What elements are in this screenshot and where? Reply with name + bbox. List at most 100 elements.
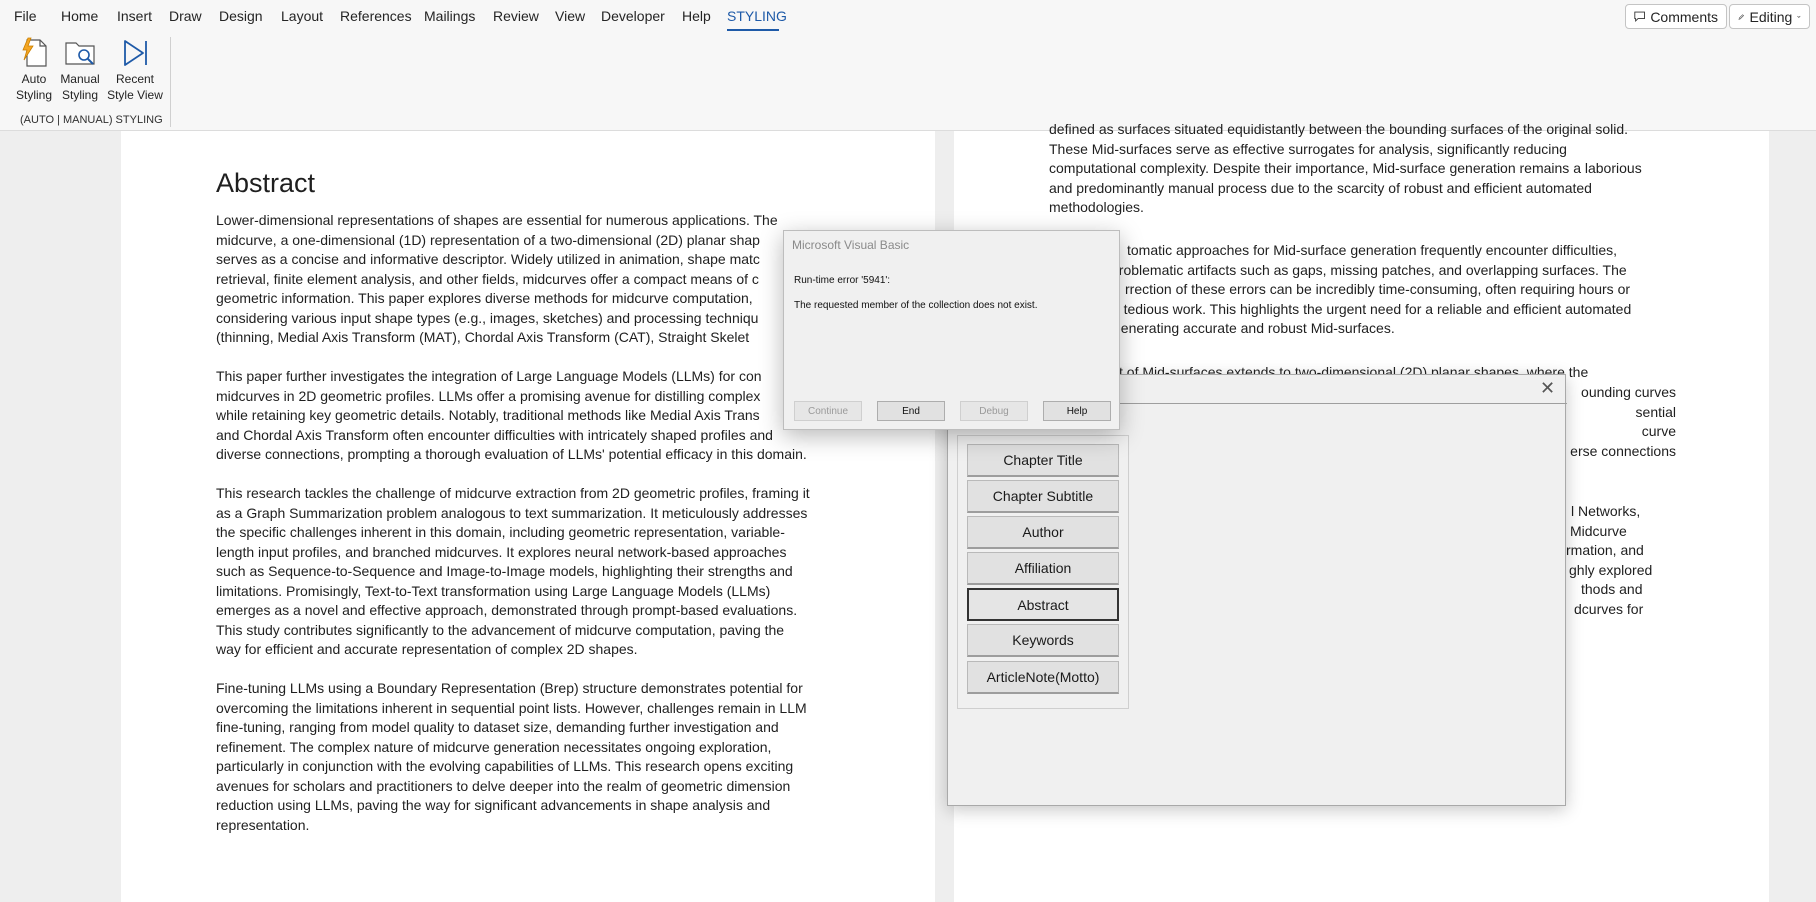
help-button[interactable]: Help <box>1043 401 1111 421</box>
text-line: and predominantly manual process due to … <box>1049 179 1592 196</box>
text-line: overcoming the limitations inherent in s… <box>216 699 807 716</box>
menu-developer[interactable]: Developer <box>601 8 665 24</box>
article-note-button[interactable]: ArticleNote(Motto) <box>967 661 1119 694</box>
error-message: The requested member of the collection d… <box>794 300 1038 311</box>
menu-view[interactable]: View <box>555 8 585 24</box>
form-divider <box>1118 403 1567 404</box>
comments-button[interactable]: Comments <box>1625 4 1727 29</box>
manual-styling-label-1: Manual <box>60 72 100 86</box>
menu-insert[interactable]: Insert <box>117 8 152 24</box>
manual-styling-label-2: Styling <box>61 88 99 102</box>
text-line: while retaining key geometric details. N… <box>216 407 760 423</box>
text-line: rmation, and <box>1566 542 1644 558</box>
editing-mode-button[interactable]: Editing <box>1729 4 1810 29</box>
paragraph-3: This research tackles the challenge of m… <box>216 484 810 660</box>
menu-design[interactable]: Design <box>219 8 263 24</box>
auto-styling-icon <box>22 37 47 67</box>
close-icon[interactable]: ✕ <box>1540 379 1555 397</box>
style-buttons-panel: Chapter Title Chapter Subtitle Author Af… <box>957 435 1129 709</box>
text-line: reduction using LLMs, paving the way for… <box>216 797 771 813</box>
text-line: This paper further investigates the inte… <box>216 368 762 384</box>
menu-review[interactable]: Review <box>493 8 539 24</box>
comment-icon <box>1634 11 1645 23</box>
styling-userform: ✕ Chapter Title Chapter Subtitle Author … <box>947 374 1567 806</box>
text-line: Lower-dimensional representations of sha… <box>216 212 778 228</box>
text-line: ghly explored <box>1569 561 1653 578</box>
text-line: refinement. The complex nature of midcur… <box>216 738 772 755</box>
text-line: generating accurate and robust Mid-surfa… <box>1113 320 1395 336</box>
recent-style-view-label-2: Style View <box>107 88 163 102</box>
text-line: limitations. Promisingly, Text-to-Text t… <box>216 582 771 599</box>
text-line: emerges as a novel and effective approac… <box>216 602 798 618</box>
text-line: serves as a concise and informative desc… <box>216 251 760 267</box>
keywords-button[interactable]: Keywords <box>967 624 1119 657</box>
text-line: These Mid-surfaces serve as effective su… <box>1049 140 1567 157</box>
debug-button[interactable]: Debug <box>960 401 1028 421</box>
recent-style-view-button[interactable]: Recent Style View <box>105 37 165 103</box>
ribbon-separator <box>170 37 171 127</box>
abstract-button[interactable]: Abstract <box>967 588 1119 621</box>
pencil-icon <box>1738 13 1744 20</box>
chapter-subtitle-button[interactable]: Chapter Subtitle <box>967 480 1119 513</box>
text-line: defined as surfaces situated equidistant… <box>1049 121 1629 137</box>
menu-draw[interactable]: Draw <box>169 8 202 24</box>
auto-styling-button[interactable]: Auto Styling <box>12 37 56 103</box>
right-paragraph-1: defined as surfaces situated equidistant… <box>1049 120 1642 218</box>
auto-styling-label-2: Styling <box>15 88 53 102</box>
text-line: erse connections <box>1570 442 1676 459</box>
editing-label: Editing <box>1749 8 1793 25</box>
author-button[interactable]: Author <box>967 516 1119 549</box>
menu-file[interactable]: File <box>14 8 37 24</box>
recent-style-view-label-1: Recent <box>115 72 155 86</box>
paragraph-2: This paper further investigates the inte… <box>216 367 807 465</box>
active-tab-indicator <box>727 29 779 31</box>
end-button[interactable]: End <box>877 401 945 421</box>
chapter-title-button[interactable]: Chapter Title <box>967 444 1119 477</box>
menu-mailings[interactable]: Mailings <box>424 8 475 24</box>
text-line: of tedious work. This highlights the urg… <box>1108 300 1632 317</box>
auto-styling-label-1: Auto <box>21 72 47 86</box>
manual-styling-button[interactable]: Manual Styling <box>57 37 103 103</box>
ribbon-group-label: (AUTO | MANUAL) STYLING <box>20 114 163 126</box>
text-line: curve <box>1641 423 1676 439</box>
text-line: and Chordal Axis Transform often encount… <box>216 426 773 443</box>
error-code: Run-time error '5941': <box>794 275 891 286</box>
manual-styling-icon <box>65 42 95 65</box>
text-line: Fine-tuning LLMs using a Boundary Repres… <box>216 680 803 696</box>
text-line: avenues for scholars and practitioners t… <box>216 777 791 794</box>
recent-style-view-icon <box>124 40 147 66</box>
comments-label: Comments <box>1650 8 1718 25</box>
text-line: diverse connections, prompting a thoroug… <box>216 446 807 462</box>
menu-bar: File Home Insert Draw Design Layout Refe… <box>0 0 1816 33</box>
right-paragraph-2: tomatic approaches for Mid-surface gener… <box>1108 241 1632 339</box>
text-line: rrection of these errors can be incredib… <box>1125 281 1631 297</box>
menu-styling[interactable]: STYLING <box>727 8 787 24</box>
text-line: l Networks, <box>1571 503 1641 519</box>
menu-home[interactable]: Home <box>61 8 98 24</box>
text-line: such as Sequence-to-Sequence and Image-t… <box>216 563 793 579</box>
chevron-down-icon <box>1797 15 1801 18</box>
text-line: way for efficient and accurate represent… <box>216 641 638 657</box>
continue-button[interactable]: Continue <box>794 401 862 421</box>
text-line: particularly in conjunction with the evo… <box>216 758 794 774</box>
text-line: midcurves in 2D geometric profiles. LLMs… <box>216 387 761 404</box>
text-line: problematic artifacts such as gaps, miss… <box>1111 261 1627 278</box>
text-line: methodologies. <box>1049 199 1144 215</box>
text-line: retrieval, finite element analysis, and … <box>216 270 759 287</box>
affiliation-button[interactable]: Affiliation <box>967 552 1119 585</box>
text-line: tomatic approaches for Mid-surface gener… <box>1127 242 1618 258</box>
text-line: fine-tuning, ranging from model quality … <box>216 719 779 735</box>
text-line: dcurves for <box>1574 600 1644 617</box>
text-line: (thinning, Medial Axis Transform (MAT), … <box>216 329 750 345</box>
text-line: This study contributes significantly to … <box>216 621 785 638</box>
text-line: length input profiles, and branched midc… <box>216 543 787 560</box>
menu-layout[interactable]: Layout <box>281 8 323 24</box>
menu-help[interactable]: Help <box>682 8 711 24</box>
text-line: as a Graph Summarization problem analogo… <box>216 504 808 521</box>
dialog-title: Microsoft Visual Basic <box>792 238 910 252</box>
paragraph-4: Fine-tuning LLMs using a Boundary Repres… <box>216 679 807 835</box>
menu-references[interactable]: References <box>340 8 412 24</box>
text-line: computational complexity. Despite their … <box>1049 160 1642 176</box>
text-line: This research tackles the challenge of m… <box>216 485 810 501</box>
abstract-heading: Abstract <box>216 168 316 198</box>
